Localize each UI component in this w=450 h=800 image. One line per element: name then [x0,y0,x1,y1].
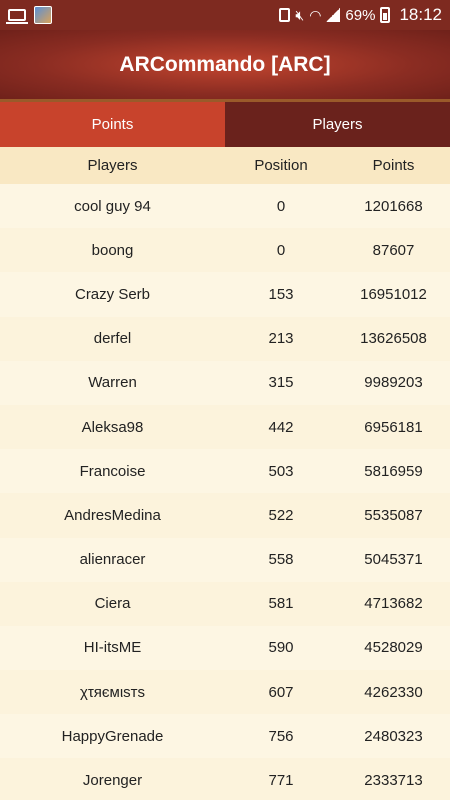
table-row[interactable]: Crazy Serb 153 16951012 [0,272,450,317]
player-name: Warren [88,374,137,392]
mute-icon: 🔇︎ [295,6,305,23]
player-position: 607 [268,683,294,701]
player-position: 213 [268,330,294,348]
player-name: Francoise [79,462,146,480]
status-bar: 🔇︎ ◠ 69% 18:12 [0,0,450,30]
player-points: 5816959 [364,462,423,480]
player-points: 87607 [372,241,415,259]
table-row[interactable]: Aleksa98 442 6956181 [0,404,450,450]
player-points: 9989203 [364,374,423,392]
page-title: ARCommando [ARC] [119,52,331,76]
table-row[interactable]: cool guy 94 0 1201668 [0,184,450,229]
player-position: 0 [276,241,286,259]
player-position: 0 [276,197,286,215]
app-header: ARCommando [ARC] [0,30,450,102]
laptop-icon [6,9,28,24]
table-row[interactable]: derfel 213 13626508 [0,316,450,361]
player-points: 4528029 [364,639,423,657]
column-header-points: Points [372,157,415,174]
player-position: 581 [268,595,294,613]
player-points: 2333713 [364,772,423,790]
tab-points[interactable]: Points [0,102,225,147]
player-name: Crazy Serb [74,285,151,303]
player-name: Ciera [94,595,131,613]
table-row[interactable]: Warren 315 9989203 [0,360,450,405]
wifi-icon: ◠ [309,6,322,23]
table-row[interactable]: HI-itsME 590 4528029 [0,625,450,671]
table-row[interactable]: boong 0 87607 [0,228,450,273]
player-position: 771 [268,772,294,790]
player-position: 153 [268,285,294,303]
player-points: 5045371 [364,551,423,569]
player-name: χτяємιѕтѕ [79,683,146,701]
player-position: 503 [268,462,294,480]
player-name: Jorenger [82,772,143,790]
column-header-position: Position [254,157,308,174]
player-points: 2480323 [364,727,423,745]
clock: 18:12 [399,5,442,24]
player-points: 16951012 [360,285,427,303]
tab-players[interactable]: Players [225,102,450,147]
player-name: Aleksa98 [81,418,144,436]
table-row[interactable]: χτяємιѕтѕ 607 4262330 [0,670,450,715]
signal-icon [326,8,341,22]
player-position: 442 [268,418,294,436]
table-row[interactable]: Jorenger 771 2333713 [0,758,450,800]
player-name: cool guy 94 [74,197,151,215]
player-points: 5535087 [364,506,423,524]
sim-card-icon [279,8,291,22]
player-name: alienracer [79,551,146,569]
player-name: HappyGrenade [61,727,164,745]
tab-bar: Points Players [0,102,450,147]
player-points: 4262330 [364,683,423,701]
player-name: HI-itsME [83,639,142,657]
player-position: 522 [268,506,294,524]
player-position: 315 [268,374,294,392]
table-row[interactable]: Francoise 503 5816959 [0,449,450,494]
player-name: boong [91,241,134,259]
table-row[interactable]: Ciera 581 4713682 [0,581,450,626]
player-points: 1201668 [364,197,423,215]
table-row[interactable]: alienracer 558 5045371 [0,537,450,582]
table-row[interactable]: AndresMedina 522 5535087 [0,493,450,538]
leaderboard-list: cool guy 94 0 1201668 boong 0 87607 Craz… [0,184,450,800]
player-name: derfel [93,330,132,348]
player-position: 558 [268,551,294,569]
app-notification-icon [34,6,52,24]
player-points: 6956181 [364,418,423,436]
battery-icon [380,7,391,23]
column-header-players: Players [87,157,138,174]
player-name: AndresMedina [64,506,161,524]
player-position: 590 [268,639,294,657]
battery-percent: 69% [345,6,376,24]
table-row[interactable]: HappyGrenade 756 2480323 [0,714,450,759]
table-header: Players Position Points [0,147,450,184]
player-points: 13626508 [360,330,427,348]
player-position: 756 [268,727,294,745]
player-points: 4713682 [364,595,423,613]
